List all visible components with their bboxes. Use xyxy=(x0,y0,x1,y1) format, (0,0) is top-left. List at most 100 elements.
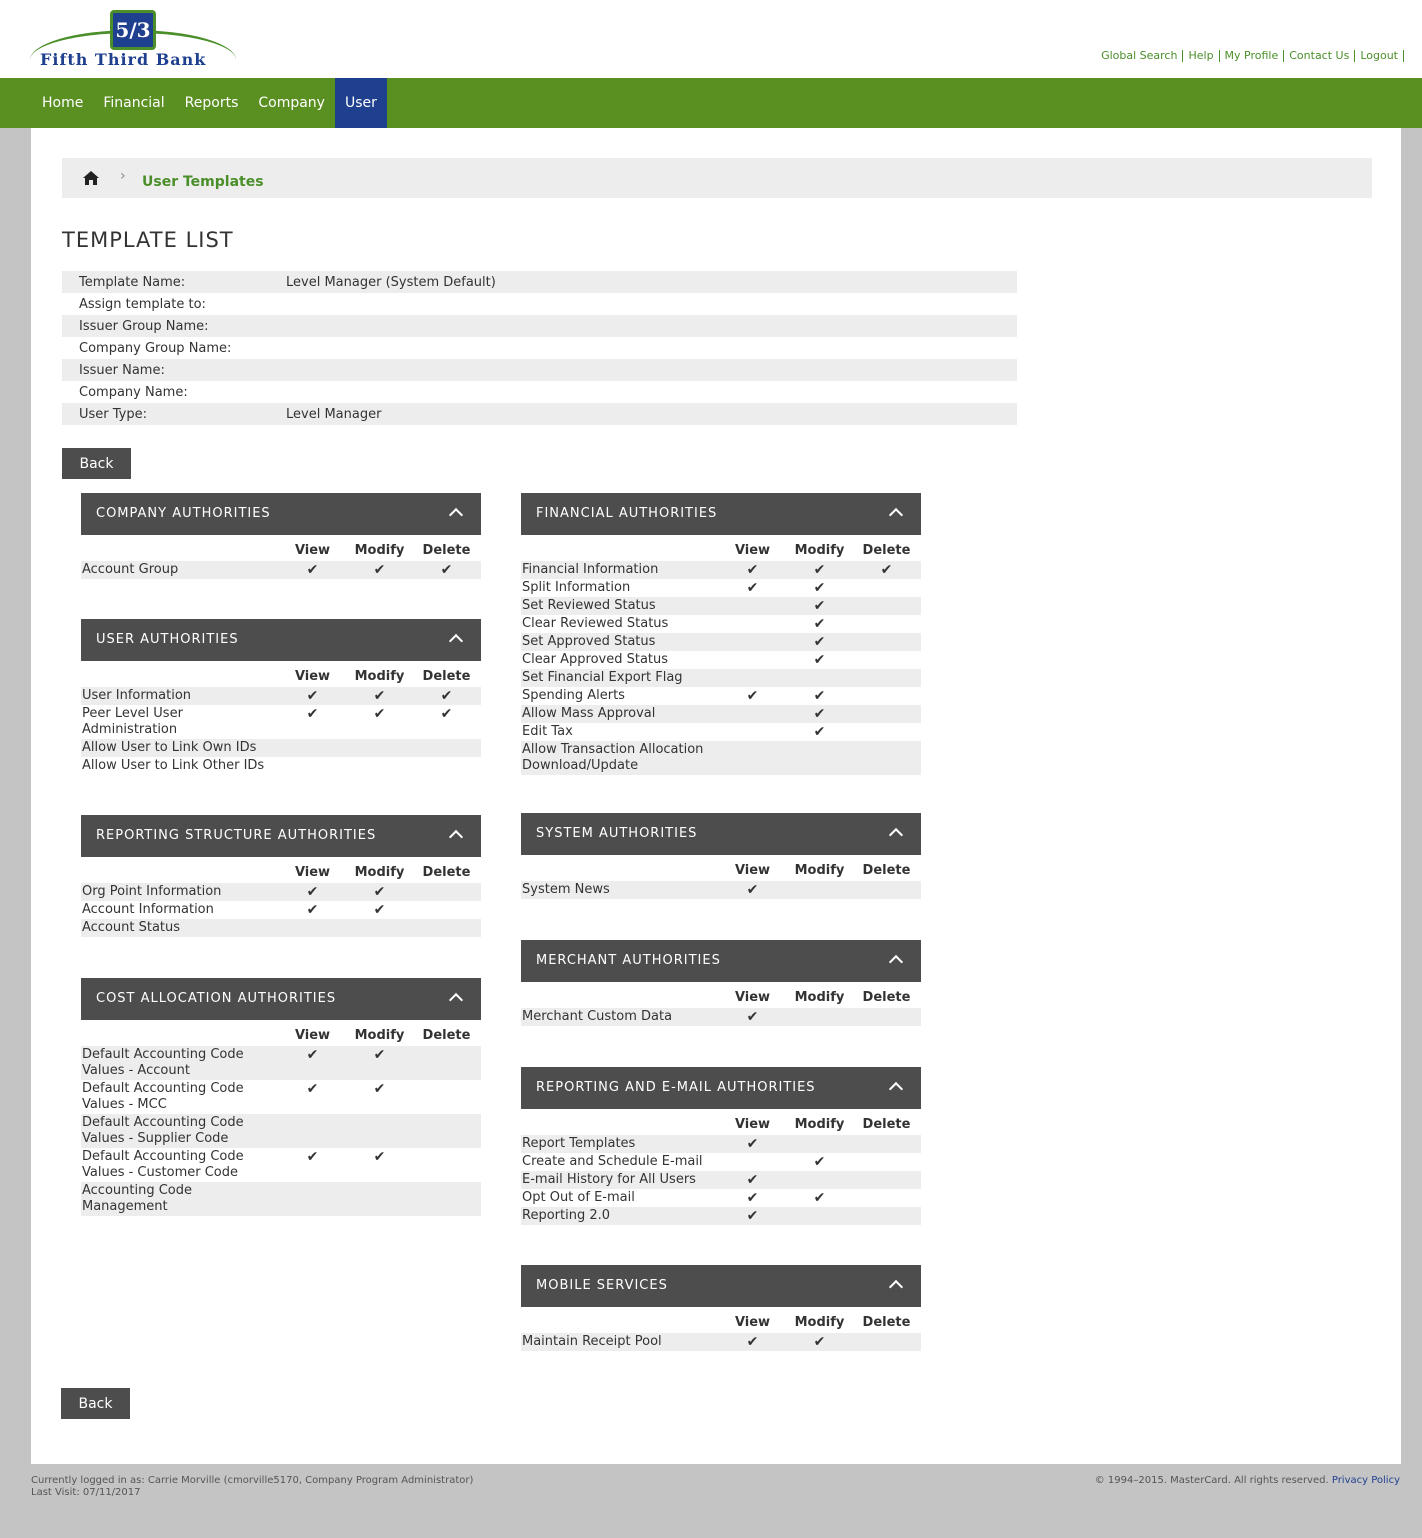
collapse-chevron-icon[interactable] xyxy=(888,507,904,523)
authority-rows: Merchant Custom Data ✔ xyxy=(521,1008,921,1026)
help-link[interactable]: Help xyxy=(1183,50,1220,62)
info-row: Issuer Name: xyxy=(62,359,1017,381)
back-button-top[interactable]: Back xyxy=(62,448,131,479)
nav-financial[interactable]: Financial xyxy=(93,78,174,128)
logged-in-text: Currently logged in as: Carrie Morville … xyxy=(31,1475,474,1486)
authority-label: Accounting Code Management xyxy=(82,1183,193,1214)
view-check-icon: ✔ xyxy=(746,882,759,898)
view-check-icon xyxy=(279,920,346,936)
collapse-chevron-icon[interactable] xyxy=(888,1081,904,1097)
column-delete: Delete xyxy=(862,1315,911,1330)
panel-title: COMPANY AUTHORITIES xyxy=(96,506,271,521)
reporting-structure-authorities-panel: REPORTING STRUCTURE AUTHORITIES View Modif… xyxy=(81,815,481,937)
home-icon[interactable] xyxy=(82,170,100,186)
info-row: Company Group Name: xyxy=(62,337,1017,359)
authority-label: Account Group xyxy=(82,562,179,577)
info-label: Template Name: xyxy=(79,274,186,290)
collapse-chevron-icon[interactable] xyxy=(888,954,904,970)
authority-rows: System News ✔ xyxy=(521,881,921,899)
nav-company[interactable]: Company xyxy=(248,78,335,128)
collapse-chevron-icon[interactable] xyxy=(888,827,904,843)
modify-check-icon xyxy=(786,1172,853,1188)
cost-allocation-authorities-panel: COST ALLOCATION AUTHORITIES View Modify Del… xyxy=(81,978,481,1216)
panel-header[interactable]: MOBILE SERVICES xyxy=(521,1265,921,1307)
authority-rows: Account Group ✔ ✔ ✔ xyxy=(81,561,481,579)
company-authorities-panel: COMPANY AUTHORITIES View Modify Delete Accou… xyxy=(81,493,481,579)
modify-check-icon: ✔ xyxy=(813,724,826,740)
column-delete: Delete xyxy=(862,863,911,878)
authority-row: Allow User to Link Other IDs xyxy=(81,757,481,775)
view-check-icon xyxy=(279,1183,346,1215)
global-search-link[interactable]: Global Search xyxy=(1096,50,1184,62)
breadcrumb-separator: › xyxy=(120,168,126,184)
delete-check-icon xyxy=(853,670,920,686)
nav-reports[interactable]: Reports xyxy=(175,78,249,128)
delete-check-icon xyxy=(413,1149,480,1181)
panel-header[interactable]: COST ALLOCATION AUTHORITIES xyxy=(81,978,481,1020)
authority-label: Default Accounting Code Values - Custome… xyxy=(82,1149,244,1180)
modify-check-icon xyxy=(786,1136,853,1152)
column-delete: Delete xyxy=(422,669,471,684)
delete-check-icon xyxy=(853,1208,920,1224)
delete-check-icon xyxy=(413,1115,480,1147)
delete-check-icon: ✔ xyxy=(440,706,453,722)
column-delete: Delete xyxy=(422,1028,471,1043)
back-button-bottom[interactable]: Back xyxy=(61,1388,130,1419)
view-check-icon: ✔ xyxy=(746,580,759,596)
nav-user[interactable]: User xyxy=(334,78,387,128)
panel-header[interactable]: REPORTING STRUCTURE AUTHORITIES xyxy=(81,815,481,857)
authority-label: Account Status xyxy=(82,920,181,935)
nav-home[interactable]: Home xyxy=(32,78,93,128)
collapse-chevron-icon[interactable] xyxy=(448,829,464,845)
authority-label: User Information xyxy=(82,688,192,703)
footer-legal: © 1994–2015. MasterCard. All rights rese… xyxy=(1095,1475,1400,1486)
column-view: View xyxy=(294,865,331,880)
authority-row: E-mail History for All Users ✔ xyxy=(521,1171,921,1189)
view-check-icon: ✔ xyxy=(306,562,319,578)
authority-label: Account Information xyxy=(82,902,214,917)
panel-header[interactable]: USER AUTHORITIES xyxy=(81,619,481,661)
privacy-policy-link[interactable]: Privacy Policy xyxy=(1332,1475,1400,1486)
modify-check-icon xyxy=(786,1009,853,1025)
panel-header[interactable]: MERCHANT AUTHORITIES xyxy=(521,940,921,982)
breadcrumb-user-templates[interactable]: User Templates xyxy=(142,174,264,190)
info-row: Company Name: xyxy=(62,381,1017,403)
breadcrumb: › User Templates xyxy=(62,158,1372,198)
delete-check-icon xyxy=(413,884,480,900)
authority-label: Set Reviewed Status xyxy=(522,598,656,613)
fifth-third-logo[interactable]: 5/3 Fifth Third Bank xyxy=(30,8,240,70)
authority-row: Opt Out of E-mail ✔ ✔ xyxy=(521,1189,921,1207)
panel-header[interactable]: COMPANY AUTHORITIES xyxy=(81,493,481,535)
column-headers: View Modify Delete xyxy=(81,857,481,883)
my-profile-link[interactable]: My Profile xyxy=(1220,50,1285,62)
modify-check-icon: ✔ xyxy=(373,706,386,722)
panel-header[interactable]: REPORTING AND E-MAIL AUTHORITIES xyxy=(521,1067,921,1109)
view-check-icon xyxy=(279,740,346,756)
panel-title: MOBILE SERVICES xyxy=(536,1278,668,1293)
view-check-icon xyxy=(279,1115,346,1147)
authority-row: Edit Tax ✔ xyxy=(521,723,921,741)
column-view: View xyxy=(734,1117,771,1132)
panel-header[interactable]: SYSTEM AUTHORITIES xyxy=(521,813,921,855)
collapse-chevron-icon[interactable] xyxy=(448,633,464,649)
collapse-chevron-icon[interactable] xyxy=(448,507,464,523)
info-label: Issuer Group Name: xyxy=(79,318,209,334)
utility-links: Global Search Help My Profile Contact Us… xyxy=(1096,50,1404,62)
authority-label: Report Templates xyxy=(522,1136,636,1151)
panel-header[interactable]: FINANCIAL AUTHORITIES xyxy=(521,493,921,535)
authority-rows: Maintain Receipt Pool ✔ ✔ xyxy=(521,1333,921,1351)
view-check-icon: ✔ xyxy=(306,706,319,722)
collapse-chevron-icon[interactable] xyxy=(888,1279,904,1295)
contact-us-link[interactable]: Contact Us xyxy=(1284,50,1356,62)
column-delete: Delete xyxy=(862,543,911,558)
authority-row: Allow Mass Approval ✔ xyxy=(521,705,921,723)
info-row: Template Name: Level Manager (System Defa… xyxy=(62,271,1017,293)
logout-link[interactable]: Logout xyxy=(1355,50,1404,62)
collapse-chevron-icon[interactable] xyxy=(448,992,464,1008)
column-view: View xyxy=(734,990,771,1005)
modify-check-icon xyxy=(786,1208,853,1224)
column-headers: View Modify Delete xyxy=(81,535,481,561)
user-authorities-panel: USER AUTHORITIES View Modify Delete User Inf… xyxy=(81,619,481,775)
modify-check-icon: ✔ xyxy=(373,688,386,704)
authority-label: E-mail History for All Users xyxy=(522,1172,696,1187)
